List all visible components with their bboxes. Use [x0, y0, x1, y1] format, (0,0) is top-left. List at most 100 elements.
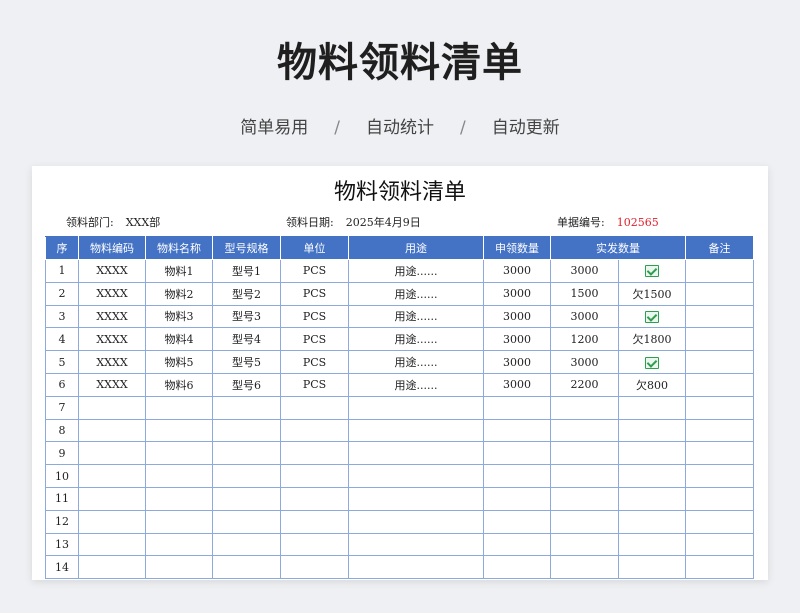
cell-unit[interactable]: [280, 532, 349, 557]
cell-use[interactable]: 用途......: [348, 259, 484, 283]
cell-issued[interactable]: [550, 555, 619, 580]
cell-issued[interactable]: 1200: [550, 327, 619, 352]
cell-note[interactable]: [685, 555, 754, 580]
cell-unit[interactable]: PCS: [280, 350, 349, 374]
cell-unit[interactable]: [280, 418, 349, 443]
cell-model[interactable]: 型号1: [212, 259, 281, 283]
cell-unit[interactable]: PCS: [280, 372, 349, 397]
cell-model[interactable]: [212, 555, 281, 580]
cell-model[interactable]: [212, 509, 281, 534]
cell-note[interactable]: [685, 532, 754, 557]
cell-issued[interactable]: [550, 509, 619, 534]
cell-issued[interactable]: [550, 486, 619, 511]
cell-model[interactable]: [212, 464, 281, 488]
cell-unit[interactable]: PCS: [280, 259, 349, 283]
cell-status[interactable]: [618, 259, 686, 283]
cell-code[interactable]: [78, 555, 146, 580]
cell-note[interactable]: [685, 418, 754, 443]
cell-model[interactable]: 型号5: [212, 350, 281, 374]
cell-model[interactable]: 型号2: [212, 281, 281, 306]
cell-requested[interactable]: [483, 441, 551, 466]
cell-name[interactable]: 物料6: [145, 372, 213, 397]
cell-unit[interactable]: [280, 486, 349, 511]
cell-no[interactable]: 4: [45, 327, 79, 352]
cell-code[interactable]: XXXX: [78, 327, 146, 352]
cell-use[interactable]: [348, 509, 484, 534]
cell-status[interactable]: [618, 395, 686, 420]
cell-status[interactable]: [618, 418, 686, 443]
cell-code[interactable]: XXXX: [78, 281, 146, 306]
col-header-requested[interactable]: 申领数量: [483, 236, 551, 260]
cell-requested[interactable]: [483, 509, 551, 534]
cell-unit[interactable]: PCS: [280, 281, 349, 306]
cell-use[interactable]: 用途......: [348, 327, 484, 352]
cell-name[interactable]: 物料2: [145, 281, 213, 306]
cell-code[interactable]: [78, 532, 146, 557]
cell-code[interactable]: [78, 486, 146, 511]
cell-use[interactable]: 用途......: [348, 372, 484, 397]
cell-requested[interactable]: [483, 418, 551, 443]
cell-unit[interactable]: [280, 441, 349, 466]
cell-model[interactable]: 型号4: [212, 327, 281, 352]
cell-code[interactable]: [78, 418, 146, 443]
cell-no[interactable]: 12: [45, 509, 79, 534]
dept-value[interactable]: XXX部: [126, 216, 161, 229]
cell-use[interactable]: [348, 395, 484, 420]
cell-no[interactable]: 1: [45, 259, 79, 283]
cell-requested[interactable]: 3000: [483, 350, 551, 374]
cell-requested[interactable]: [483, 532, 551, 557]
col-header-name[interactable]: 物料名称: [145, 236, 213, 260]
cell-requested[interactable]: 3000: [483, 304, 551, 329]
cell-unit[interactable]: PCS: [280, 327, 349, 352]
cell-code[interactable]: [78, 464, 146, 488]
cell-note[interactable]: [685, 486, 754, 511]
cell-no[interactable]: 10: [45, 464, 79, 488]
cell-requested[interactable]: [483, 464, 551, 488]
cell-use[interactable]: [348, 418, 484, 443]
cell-use[interactable]: 用途......: [348, 281, 484, 306]
cell-model[interactable]: [212, 441, 281, 466]
cell-status[interactable]: [618, 441, 686, 466]
cell-issued[interactable]: [550, 532, 619, 557]
cell-no[interactable]: 3: [45, 304, 79, 329]
cell-name[interactable]: 物料5: [145, 350, 213, 374]
cell-code[interactable]: XXXX: [78, 259, 146, 283]
cell-requested[interactable]: 3000: [483, 281, 551, 306]
cell-model[interactable]: 型号3: [212, 304, 281, 329]
cell-note[interactable]: [685, 395, 754, 420]
cell-status[interactable]: [618, 486, 686, 511]
cell-status[interactable]: [618, 304, 686, 329]
cell-name[interactable]: 物料4: [145, 327, 213, 352]
cell-requested[interactable]: [483, 395, 551, 420]
cell-requested[interactable]: 3000: [483, 259, 551, 283]
cell-issued[interactable]: 3000: [550, 304, 619, 329]
cell-no[interactable]: 8: [45, 418, 79, 443]
cell-code[interactable]: [78, 509, 146, 534]
cell-no[interactable]: 7: [45, 395, 79, 420]
cell-name[interactable]: [145, 532, 213, 557]
cell-no[interactable]: 14: [45, 555, 79, 580]
cell-model[interactable]: [212, 486, 281, 511]
cell-use[interactable]: 用途......: [348, 350, 484, 374]
cell-code[interactable]: XXXX: [78, 372, 146, 397]
cell-requested[interactable]: [483, 555, 551, 580]
cell-status[interactable]: 欠1800: [618, 327, 686, 352]
col-header-no[interactable]: 序: [45, 236, 79, 260]
cell-no[interactable]: 13: [45, 532, 79, 557]
cell-use[interactable]: [348, 555, 484, 580]
cell-issued[interactable]: 3000: [550, 350, 619, 374]
cell-no[interactable]: 2: [45, 281, 79, 306]
cell-requested[interactable]: 3000: [483, 372, 551, 397]
cell-use[interactable]: [348, 464, 484, 488]
cell-no[interactable]: 6: [45, 372, 79, 397]
cell-code[interactable]: XXXX: [78, 350, 146, 374]
cell-status[interactable]: [618, 350, 686, 374]
cell-name[interactable]: [145, 509, 213, 534]
cell-note[interactable]: [685, 327, 754, 352]
cell-note[interactable]: [685, 304, 754, 329]
cell-status[interactable]: [618, 532, 686, 557]
col-header-code[interactable]: 物料编码: [78, 236, 146, 260]
cell-name[interactable]: [145, 555, 213, 580]
col-header-unit[interactable]: 单位: [280, 236, 349, 260]
cell-note[interactable]: [685, 509, 754, 534]
